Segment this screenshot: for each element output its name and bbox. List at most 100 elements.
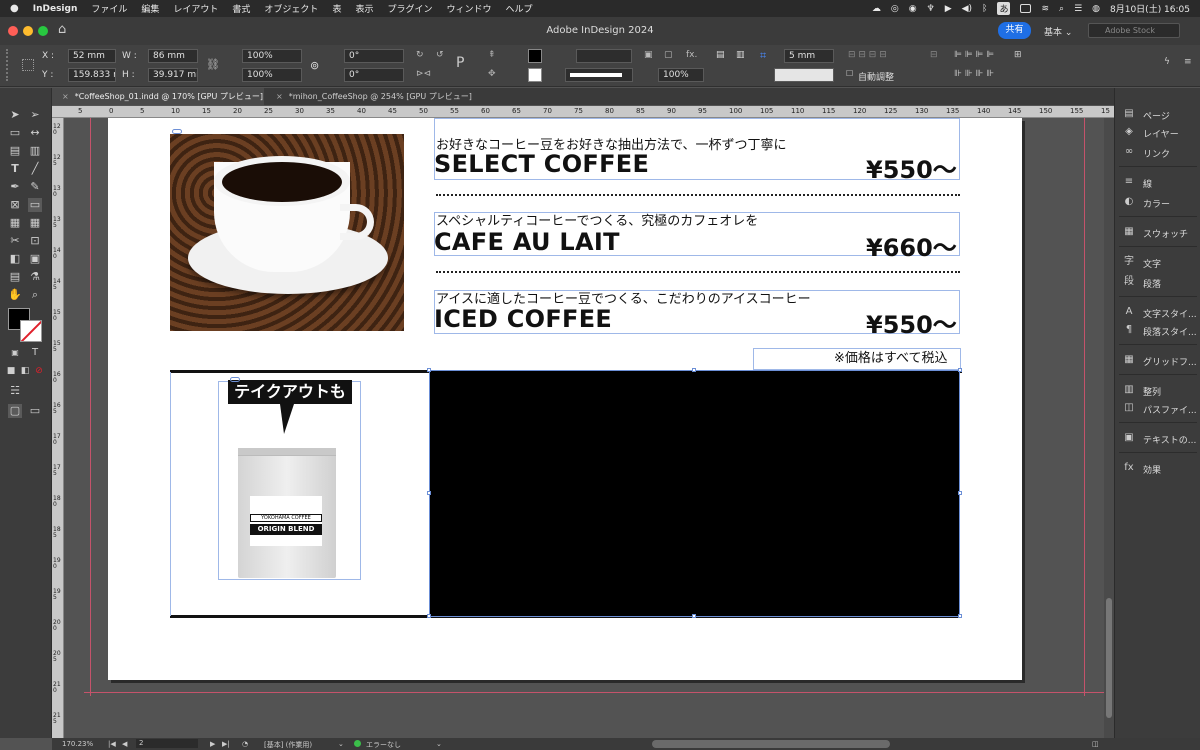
pen-tool-icon[interactable]: ✒ bbox=[8, 180, 22, 194]
menu-table[interactable]: 表 bbox=[332, 2, 341, 15]
menu-price-cafe-au-lait[interactable]: ¥660〜 bbox=[866, 228, 957, 263]
panel-stroke[interactable]: ≡ 線 bbox=[1115, 174, 1200, 190]
panel-pathfinder[interactable]: ◫ パスファイ... bbox=[1115, 400, 1200, 416]
menu-object[interactable]: オブジェクト bbox=[264, 2, 318, 15]
vertical-scroll-thumb[interactable] bbox=[1106, 598, 1112, 718]
horizontal-scroll-thumb[interactable] bbox=[652, 740, 890, 748]
menu-help[interactable]: ヘルプ bbox=[506, 2, 533, 15]
rectangle-tool-icon[interactable]: ▭ bbox=[28, 198, 42, 212]
pencil-tool-icon[interactable]: ✎ bbox=[28, 180, 42, 194]
rotate-cw-icon[interactable]: ↻ bbox=[416, 50, 424, 60]
selection-tool-icon[interactable]: ➤ bbox=[8, 108, 22, 122]
creative-cloud-icon[interactable]: ◎ bbox=[891, 4, 899, 14]
gradient-feather-tool-icon[interactable]: ▣ bbox=[28, 252, 42, 266]
align-left-edges-icon[interactable]: ⊟ ⊟ ⊟ ⊟ bbox=[848, 50, 887, 60]
handle-bottom-right[interactable] bbox=[958, 614, 962, 618]
panel-paragraph[interactable]: 段段落 bbox=[1115, 274, 1200, 290]
panel-align[interactable]: ▥ 整列 bbox=[1115, 382, 1200, 398]
content-fit-icon[interactable]: ▢ bbox=[664, 50, 673, 60]
tax-note[interactable]: ※価格はすべて税込 bbox=[834, 347, 947, 366]
menu-name-iced-coffee[interactable]: ICED COFFEE bbox=[434, 305, 612, 333]
link-scale-icon[interactable]: ⊚ bbox=[310, 59, 319, 72]
shear-field[interactable]: 0° bbox=[344, 68, 404, 82]
handle-bottom-center[interactable] bbox=[692, 614, 696, 618]
share-button[interactable]: 共有 bbox=[998, 22, 1031, 39]
menu-plugins[interactable]: プラグイン bbox=[387, 2, 432, 15]
coffee-cup-image[interactable] bbox=[170, 134, 404, 331]
panel-color[interactable]: ◐ カラー bbox=[1115, 194, 1200, 210]
siri-icon[interactable]: ◍ bbox=[1092, 4, 1100, 14]
zoom-tool-icon[interactable]: ⌕ bbox=[28, 288, 42, 302]
align-icon-1[interactable]: ⇞ bbox=[488, 50, 496, 60]
chevron-down-icon[interactable]: ⌄ bbox=[338, 740, 344, 748]
frame-fitting-icon[interactable]: ▣ bbox=[644, 50, 653, 60]
horizontal-ruler[interactable]: 5 0 5 10 15 20 25 30 35 40 45 50 55 60 65 70 75 80 85 90 95 1… bbox=[52, 106, 1114, 118]
table-tool-icon[interactable]: ▦ bbox=[8, 216, 22, 230]
stroke-swatch[interactable] bbox=[528, 68, 542, 82]
gradient-tool-icon[interactable]: ◧ bbox=[8, 252, 22, 266]
note-tool-icon[interactable]: ▤ bbox=[8, 270, 22, 284]
selected-black-rectangle[interactable] bbox=[429, 370, 960, 617]
handle-top-left[interactable] bbox=[427, 368, 431, 372]
page[interactable]: お好きなコーヒー豆をお好きな抽出方法で、一杯ずつ丁寧に SELECT COFFE… bbox=[108, 118, 1022, 680]
flip-p-icon[interactable]: P bbox=[456, 55, 464, 71]
sync-icon[interactable]: ◉ bbox=[909, 4, 917, 14]
play-icon[interactable]: ▶ bbox=[945, 4, 952, 14]
align-objects-icon[interactable]: ⊫ ⊫ ⊫ ⊫ bbox=[954, 50, 994, 60]
fill-swatch[interactable] bbox=[528, 49, 542, 63]
menu-view[interactable]: 表示 bbox=[355, 2, 373, 15]
apply-color-icon[interactable]: ■ bbox=[4, 364, 18, 378]
line-tool-icon[interactable]: ╱ bbox=[28, 162, 42, 176]
h-field[interactable]: 39.917 mm bbox=[148, 68, 198, 82]
spread-icon[interactable]: ◔ bbox=[242, 740, 248, 748]
last-page-icon[interactable]: ▶| bbox=[222, 740, 230, 748]
wifi-icon[interactable]: ≋ bbox=[1041, 4, 1049, 14]
stroke-weight-field[interactable] bbox=[576, 49, 632, 63]
menu-file[interactable]: ファイル bbox=[91, 2, 127, 15]
vertical-scrollbar[interactable] bbox=[1104, 118, 1114, 738]
x-field[interactable]: 52 mm bbox=[68, 49, 116, 63]
fx-icon[interactable]: fx. bbox=[686, 50, 697, 60]
stock-search-input[interactable]: Adobe Stock bbox=[1088, 23, 1180, 38]
scale-y-field[interactable]: 100% bbox=[242, 68, 302, 82]
panel-pages[interactable]: ▤ ページ bbox=[1115, 106, 1200, 122]
prev-page-icon[interactable]: ◀ bbox=[122, 740, 127, 748]
constrain-proportions-icon[interactable]: ⛓ bbox=[206, 58, 220, 71]
content-placer-icon[interactable]: ▥ bbox=[28, 144, 42, 158]
panel-para-styles[interactable]: ¶ 段落スタイ... bbox=[1115, 322, 1200, 338]
document-canvas[interactable]: お好きなコーヒー豆をお好きな抽出方法で、一杯ずつ丁寧に SELECT COFFE… bbox=[64, 118, 1104, 738]
scissors-tool-icon[interactable]: ✂ bbox=[8, 234, 22, 248]
gap-tool-icon[interactable]: ↔ bbox=[28, 126, 42, 140]
hand-tool-icon[interactable]: ✋ bbox=[8, 288, 22, 302]
text-wrap-2-icon[interactable]: ▥ bbox=[736, 50, 745, 60]
vertical-ruler[interactable]: 120 125 130 135 140 145 150 155 160 165 170 175 180 1… bbox=[52, 118, 64, 738]
panel-character[interactable]: 字文字 bbox=[1115, 254, 1200, 270]
menu-name-cafe-au-lait[interactable]: CAFE AU LAIT bbox=[434, 228, 620, 256]
mode-icon[interactable]: ☵ bbox=[8, 384, 22, 398]
distribute-spacing-icon[interactable]: ⊞ bbox=[1014, 50, 1022, 60]
view-toggle-icon[interactable]: ◫ bbox=[1092, 740, 1099, 748]
frame-preset-select[interactable] bbox=[774, 68, 834, 82]
tab-coffeeshop-01[interactable]: × *CoffeeShop_01.indd @ 170% [GPU プレビュー] bbox=[52, 88, 264, 105]
formatting-text-icon[interactable]: T bbox=[28, 346, 42, 360]
distribute-icon[interactable]: ⊟ bbox=[930, 50, 938, 60]
handle-top-right[interactable] bbox=[958, 368, 962, 372]
style-status[interactable]: [基本] (作業用) bbox=[264, 740, 312, 750]
gap-field[interactable]: 5 mm bbox=[784, 49, 834, 63]
takeout-label[interactable]: テイクアウトも bbox=[228, 380, 352, 404]
stroke-type-select[interactable] bbox=[565, 68, 633, 82]
free-transform-tool-icon[interactable]: ⊡ bbox=[28, 234, 42, 248]
panel-links[interactable]: ∞ リンク bbox=[1115, 144, 1200, 160]
brush-icon[interactable]: ♆ bbox=[927, 4, 935, 14]
tab-mihon-coffeeshop[interactable]: × *mihon_CoffeeShop @ 254% [GPU プレビュー] bbox=[266, 88, 476, 105]
panel-effects[interactable]: fx 効果 bbox=[1115, 460, 1200, 476]
handle-middle-left[interactable] bbox=[427, 491, 431, 495]
coffee-bag-image[interactable]: YOKOHAMA COFFEE ORIGIN BLEND bbox=[238, 448, 336, 578]
distribute-objects-icon[interactable]: ⊪ ⊪ ⊪ ⊪ bbox=[954, 69, 994, 79]
type-tool-icon[interactable]: T bbox=[8, 162, 22, 176]
formatting-container-icon[interactable]: ▣ bbox=[8, 346, 22, 360]
panel-text-wrap[interactable]: ▣ テキストの... bbox=[1115, 430, 1200, 446]
eyedropper-tool-icon[interactable]: ⚗ bbox=[28, 270, 42, 284]
first-page-icon[interactable]: |◀ bbox=[108, 740, 116, 748]
menu-price-iced-coffee[interactable]: ¥550〜 bbox=[866, 305, 957, 340]
